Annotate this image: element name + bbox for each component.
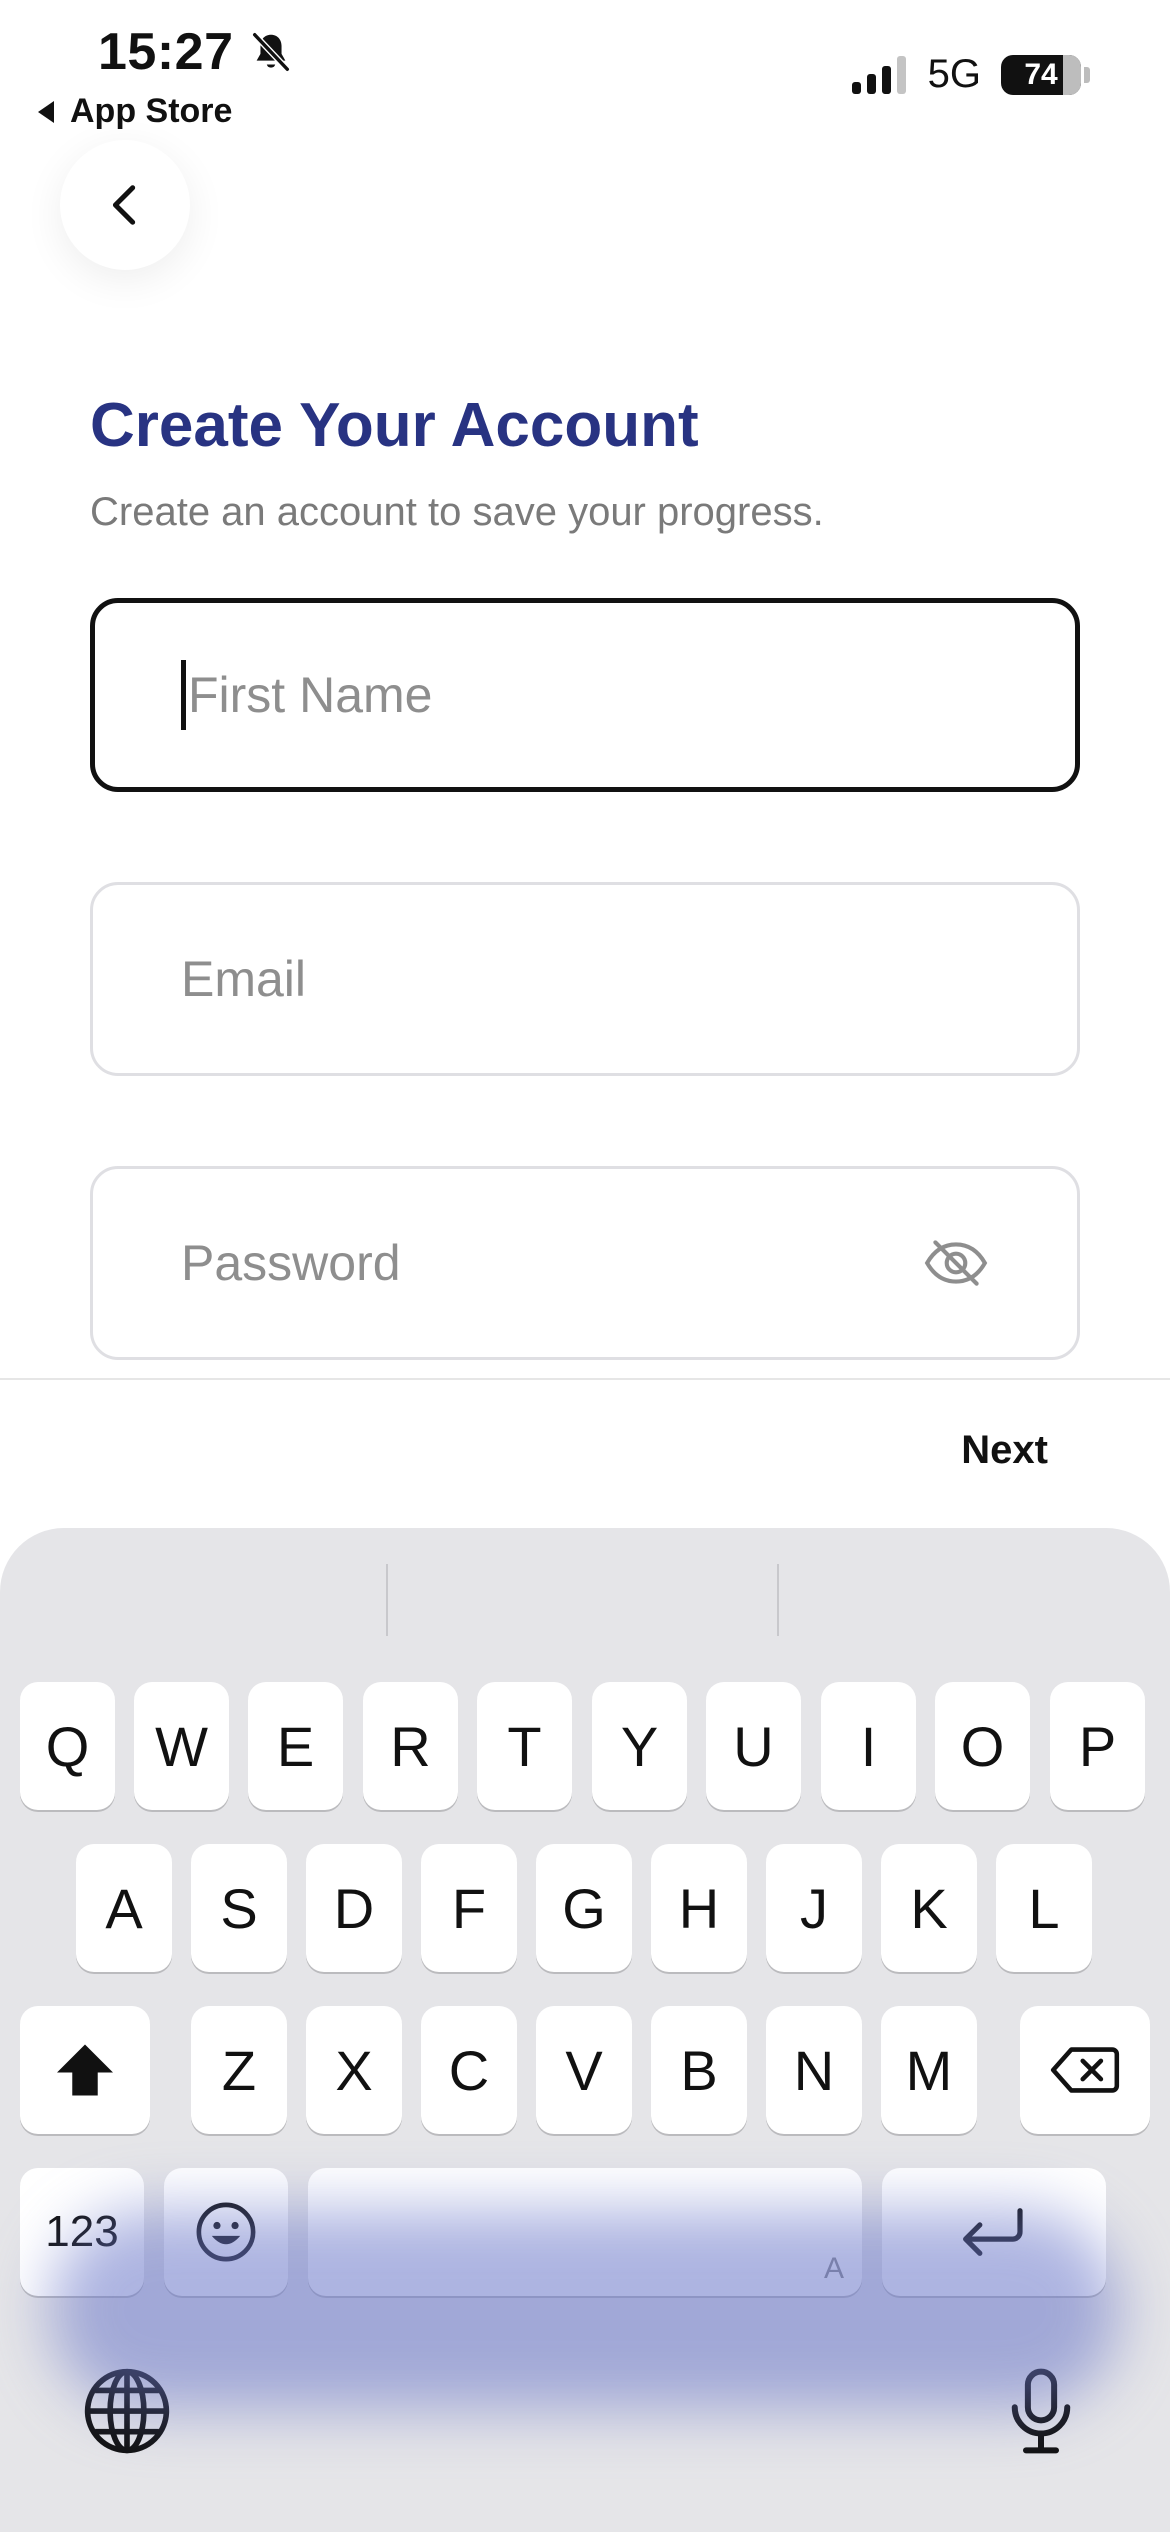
key-l[interactable]: L [996, 1844, 1092, 1972]
network-type: 5G [927, 52, 981, 96]
cellular-signal-icon [851, 55, 906, 94]
key-h[interactable]: H [651, 1844, 747, 1972]
key-q[interactable]: Q [20, 1682, 115, 1810]
suggestion-divider [386, 1564, 388, 1636]
first-name-placeholder: First Name [188, 667, 433, 723]
first-name-input[interactable]: First Name [90, 598, 1080, 792]
key-w[interactable]: W [134, 1682, 229, 1810]
key-x[interactable]: X [306, 2006, 402, 2134]
battery-icon: 74 [1001, 54, 1081, 95]
battery-level: 74 [1024, 57, 1058, 91]
key-n[interactable]: N [766, 2006, 862, 2134]
key-s[interactable]: S [191, 1844, 287, 1972]
key-z[interactable]: Z [191, 2006, 287, 2134]
key-f[interactable]: F [421, 1844, 517, 1972]
shift-arrow-icon [57, 2044, 113, 2096]
back-triangle-icon [38, 100, 54, 123]
back-to-app-link[interactable]: App Store [38, 92, 232, 131]
key-u[interactable]: U [706, 1682, 801, 1810]
key-y[interactable]: Y [592, 1682, 687, 1810]
text-caret [181, 660, 186, 730]
chevron-left-icon [112, 185, 136, 225]
key-v[interactable]: V [536, 2006, 632, 2134]
suggestion-divider [777, 1564, 779, 1636]
key-r[interactable]: R [363, 1682, 458, 1810]
key-i[interactable]: I [821, 1682, 916, 1810]
shift-key[interactable] [20, 2006, 150, 2134]
page-title: Create Your Account [90, 391, 699, 460]
status-time-text: 15:27 [98, 23, 234, 81]
key-t[interactable]: T [477, 1682, 572, 1810]
back-to-app-label: App Store [70, 92, 233, 130]
password-input[interactable]: Password [90, 1166, 1080, 1360]
email-input[interactable]: Email [90, 882, 1080, 1076]
page-subtitle: Create an account to save your progress. [90, 490, 824, 534]
keyboard-accessory-bar: Next [0, 1378, 1170, 1528]
key-g[interactable]: G [536, 1844, 632, 1972]
key-b[interactable]: B [651, 2006, 747, 2134]
key-k[interactable]: K [881, 1844, 977, 1972]
key-o[interactable]: O [935, 1682, 1030, 1810]
status-indicators: 5G 74 [851, 52, 1090, 97]
battery-nub [1084, 66, 1090, 83]
key-j[interactable]: J [766, 1844, 862, 1972]
key-d[interactable]: D [306, 1844, 402, 1972]
bell-off-icon [251, 32, 290, 72]
key-c[interactable]: C [421, 2006, 517, 2134]
key-m[interactable]: M [881, 2006, 977, 2134]
key-p[interactable]: P [1050, 1682, 1145, 1810]
obscured-primary-button-glow [50, 2210, 1120, 2410]
key-a[interactable]: A [76, 1844, 172, 1972]
password-placeholder: Password [181, 1235, 401, 1291]
backspace-icon [1050, 2047, 1120, 2093]
email-placeholder: Email [181, 951, 307, 1007]
next-button[interactable]: Next [961, 1428, 1048, 1473]
key-e[interactable]: E [248, 1682, 343, 1810]
eye-off-icon[interactable] [923, 1237, 989, 1289]
delete-key[interactable] [1020, 2006, 1150, 2134]
back-button[interactable] [60, 140, 190, 270]
status-time: 15:27 [98, 22, 294, 82]
